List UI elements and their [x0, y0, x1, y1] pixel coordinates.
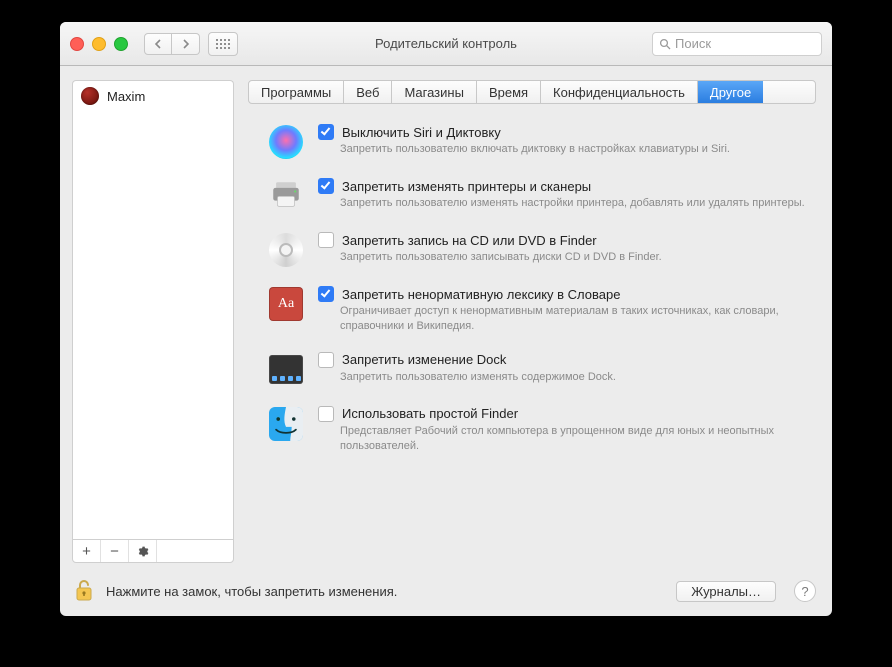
option-description: Запретить пользователю изменять настройк…: [340, 196, 808, 211]
option-checkbox[interactable]: [318, 352, 334, 368]
options-list: Выключить Siri и Диктовку Запретить польз…: [248, 124, 816, 453]
add-user-button[interactable]: +: [73, 540, 101, 562]
option-row: Выключить Siri и Диктовку Запретить польз…: [268, 124, 808, 160]
option-head: Запретить изменять принтеры и сканеры: [318, 178, 808, 194]
option-icon-wrap: [268, 232, 304, 268]
option-icon-wrap: [268, 406, 304, 442]
disc-icon: [269, 233, 303, 267]
option-head: Запретить ненормативную лексику в Словар…: [318, 286, 808, 302]
user-avatar-icon: [81, 87, 99, 105]
tab-0[interactable]: Программы: [249, 81, 344, 103]
siri-icon: [269, 125, 303, 159]
option-description: Представляет Рабочий стол компьютера в у…: [340, 424, 808, 454]
option-body: Запретить ненормативную лексику в Словар…: [318, 286, 808, 334]
option-body: Запретить запись на CD или DVD в Finder З…: [318, 232, 808, 268]
nav-back-forward: [144, 33, 200, 55]
option-row: Aa Запретить ненормативную лексику в Слов…: [268, 286, 808, 334]
back-button[interactable]: [144, 33, 172, 55]
titlebar: Родительский контроль Поиск: [60, 22, 832, 66]
option-head: Использовать простой Finder: [318, 406, 808, 422]
option-head: Запретить запись на CD или DVD в Finder: [318, 232, 808, 248]
user-list[interactable]: Maxim: [72, 80, 234, 539]
zoom-window-button[interactable]: [114, 37, 128, 51]
footer: Нажмите на замок, чтобы запретить измене…: [60, 566, 832, 616]
option-head: Запретить изменение Dock: [318, 352, 808, 368]
logs-button[interactable]: Журналы…: [676, 581, 776, 602]
finder-icon: [269, 407, 303, 441]
option-checkbox[interactable]: [318, 286, 334, 302]
chevron-left-icon: [154, 39, 162, 49]
window-controls: [70, 37, 128, 51]
option-title: Запретить ненормативную лексику в Словар…: [342, 287, 620, 302]
minus-icon: −: [110, 543, 119, 560]
dictionary-icon: Aa: [269, 287, 303, 321]
option-description: Запретить пользователю изменять содержим…: [340, 370, 808, 385]
search-field[interactable]: Поиск: [652, 32, 822, 56]
remove-user-button[interactable]: −: [101, 540, 129, 562]
user-name: Maxim: [107, 89, 145, 104]
dock-icon: [269, 355, 303, 384]
sidebar-settings-button[interactable]: [129, 540, 157, 562]
tab-1[interactable]: Веб: [344, 81, 392, 103]
lock-hint-text: Нажмите на замок, чтобы запретить измене…: [106, 584, 397, 599]
tab-4[interactable]: Конфиденциальность: [541, 81, 698, 103]
tab-2[interactable]: Магазины: [392, 81, 477, 103]
option-title: Запретить запись на CD или DVD в Finder: [342, 233, 597, 248]
option-body: Запретить изменять принтеры и сканеры Зап…: [318, 178, 808, 214]
minimize-window-button[interactable]: [92, 37, 106, 51]
help-button[interactable]: ?: [794, 580, 816, 602]
option-head: Выключить Siri и Диктовку: [318, 124, 808, 140]
option-icon-wrap: Aa: [268, 286, 304, 322]
tab-3[interactable]: Время: [477, 81, 541, 103]
option-icon-wrap: [268, 352, 304, 388]
question-icon: ?: [801, 584, 808, 599]
option-description: Запретить пользователю включать диктовку…: [340, 142, 808, 157]
grid-icon: [216, 39, 230, 49]
option-icon-wrap: [268, 124, 304, 160]
option-row: Запретить изменение Dock Запретить пользо…: [268, 352, 808, 388]
gear-icon: [136, 545, 149, 558]
option-title: Запретить изменение Dock: [342, 352, 506, 367]
printer-icon: [269, 178, 303, 215]
option-description: Ограничивает доступ к ненормативным мате…: [340, 304, 808, 334]
option-checkbox[interactable]: [318, 406, 334, 422]
option-title: Запретить изменять принтеры и сканеры: [342, 179, 591, 194]
option-row: Запретить изменять принтеры и сканеры Зап…: [268, 178, 808, 214]
option-row: Запретить запись на CD или DVD в Finder З…: [268, 232, 808, 268]
forward-button[interactable]: [172, 33, 200, 55]
sidebar: Maxim + −: [60, 66, 234, 616]
lock-button[interactable]: [74, 578, 96, 604]
option-body: Запретить изменение Dock Запретить пользо…: [318, 352, 808, 388]
option-icon-wrap: [268, 178, 304, 214]
user-row[interactable]: Maxim: [73, 81, 233, 111]
option-title: Использовать простой Finder: [342, 406, 518, 421]
main-panel: ПрограммыВебМагазиныВремяКонфиденциально…: [234, 66, 832, 616]
option-row: Использовать простой Finder Представляет …: [268, 406, 808, 454]
sidebar-toolbar: + −: [72, 539, 234, 563]
option-body: Выключить Siri и Диктовку Запретить польз…: [318, 124, 808, 160]
plus-icon: +: [82, 543, 91, 560]
body: Maxim + − ПрограммыВебМагазиныВремяКонфи…: [60, 66, 832, 616]
option-title: Выключить Siri и Диктовку: [342, 125, 501, 140]
close-window-button[interactable]: [70, 37, 84, 51]
option-checkbox[interactable]: [318, 124, 334, 140]
chevron-right-icon: [182, 39, 190, 49]
tab-5[interactable]: Другое: [698, 81, 763, 103]
search-icon: [659, 38, 671, 50]
option-body: Использовать простой Finder Представляет …: [318, 406, 808, 454]
option-checkbox[interactable]: [318, 232, 334, 248]
tab-bar: ПрограммыВебМагазиныВремяКонфиденциально…: [248, 80, 816, 104]
search-placeholder: Поиск: [675, 36, 711, 51]
show-all-button[interactable]: [208, 32, 238, 56]
unlocked-padlock-icon: [75, 579, 95, 603]
preferences-window: Родительский контроль Поиск Maxim + −: [60, 22, 832, 616]
option-description: Запретить пользователю записывать диски …: [340, 250, 808, 265]
option-checkbox[interactable]: [318, 178, 334, 194]
